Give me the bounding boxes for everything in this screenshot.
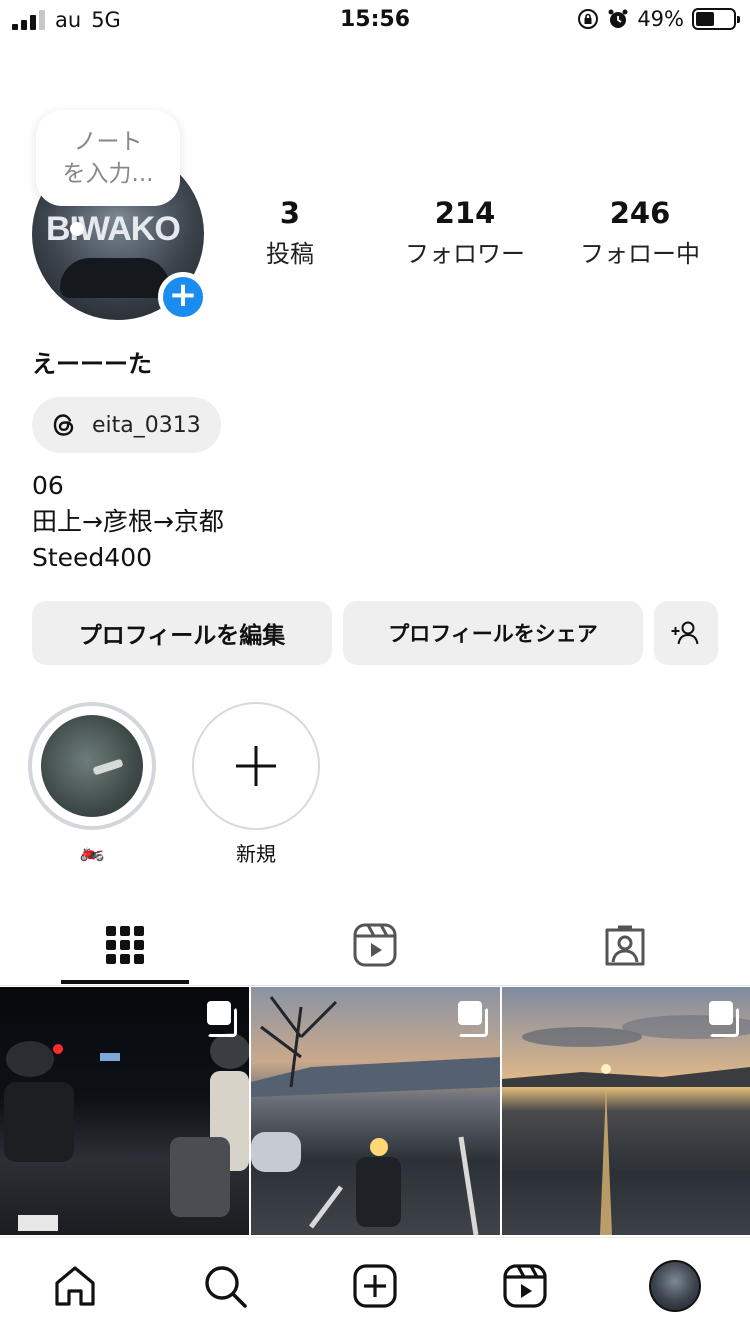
post-thumbnail[interactable] [502, 987, 750, 1235]
note-placeholder: ノート を入力... [62, 129, 154, 187]
note-bubble-tail [70, 222, 84, 236]
display-name: えーーーた [32, 350, 152, 378]
reels-icon [503, 1264, 547, 1308]
tab-posts[interactable] [0, 906, 250, 984]
profile-stats: 3 投稿 214 フォロワー 246 フォロー中 [210, 196, 730, 276]
stat-following[interactable]: 246 フォロー中 [570, 196, 710, 269]
tabs-divider [0, 985, 750, 986]
battery-percent: 49% [637, 7, 684, 31]
nav-search[interactable] [199, 1260, 251, 1312]
nav-create[interactable] [349, 1260, 401, 1312]
tagged-person-icon [605, 925, 645, 966]
story-highlight[interactable]: 🏍️ [28, 702, 156, 862]
edit-profile-button[interactable]: プロフィールを編集 [32, 601, 332, 665]
posts-count: 3 [279, 196, 301, 230]
threads-handle: eita_0313 [92, 412, 201, 438]
carousel-icon [709, 1001, 739, 1037]
status-bar: au 5G 15:56 49% [0, 0, 750, 42]
nav-home[interactable] [49, 1260, 101, 1312]
bottom-navigation [0, 1237, 750, 1334]
threads-icon [53, 414, 74, 436]
avatar-sign-text: BIWAKO [46, 210, 181, 248]
tab-reels[interactable] [250, 906, 500, 984]
stat-posts[interactable]: 3 投稿 [240, 196, 340, 269]
new-highlight-ring [192, 702, 320, 830]
plus-icon [236, 746, 276, 786]
profile-tabs [0, 906, 750, 986]
nav-reels[interactable] [499, 1260, 551, 1312]
followers-label: フォロワー [405, 240, 525, 268]
posts-grid [0, 987, 750, 1235]
following-count: 246 [609, 196, 671, 230]
reels-icon [353, 923, 397, 967]
battery-icon [692, 8, 740, 30]
post-thumbnail[interactable] [0, 987, 249, 1235]
bio-line: 田上→彦根→京都 [32, 507, 224, 536]
bio-line: Steed400 [32, 543, 153, 572]
nav-profile[interactable] [649, 1260, 701, 1312]
highlight-cover [41, 715, 143, 817]
bio: 06 田上→彦根→京都 Steed400 [32, 468, 224, 576]
motorcycle-silhouette [60, 258, 170, 298]
alarm-icon [608, 9, 628, 28]
carousel-icon [207, 1001, 237, 1037]
discover-people-button[interactable] [654, 601, 718, 665]
note-bubble[interactable]: ノート を入力... [36, 110, 180, 206]
posts-label: 投稿 [266, 240, 314, 268]
share-profile-button[interactable]: プロフィールをシェア [343, 601, 643, 665]
bio-line: 06 [32, 471, 64, 500]
tab-tagged[interactable] [500, 906, 750, 984]
grid-icon [106, 926, 144, 964]
active-tab-indicator [61, 980, 189, 984]
stat-followers[interactable]: 214 フォロワー [395, 196, 535, 269]
add-story-button[interactable]: + [158, 272, 208, 322]
create-post-icon [353, 1264, 397, 1308]
new-highlight-button[interactable]: 新規 [192, 702, 320, 867]
home-icon [55, 1266, 95, 1306]
threads-badge[interactable]: eita_0313 [32, 397, 221, 453]
profile-avatar-thumbnail [649, 1260, 701, 1312]
battery-fill [696, 12, 714, 26]
add-person-icon [671, 621, 699, 645]
search-icon [205, 1266, 247, 1308]
following-label: フォロー中 [580, 240, 700, 268]
highlight-label: 🏍️ [79, 838, 105, 862]
carousel-icon [458, 1001, 488, 1037]
rotation-lock-icon [578, 9, 599, 29]
followers-count: 214 [434, 196, 496, 230]
new-highlight-label: 新規 [236, 842, 276, 866]
post-thumbnail[interactable] [251, 987, 500, 1235]
highlight-ring [28, 702, 156, 830]
